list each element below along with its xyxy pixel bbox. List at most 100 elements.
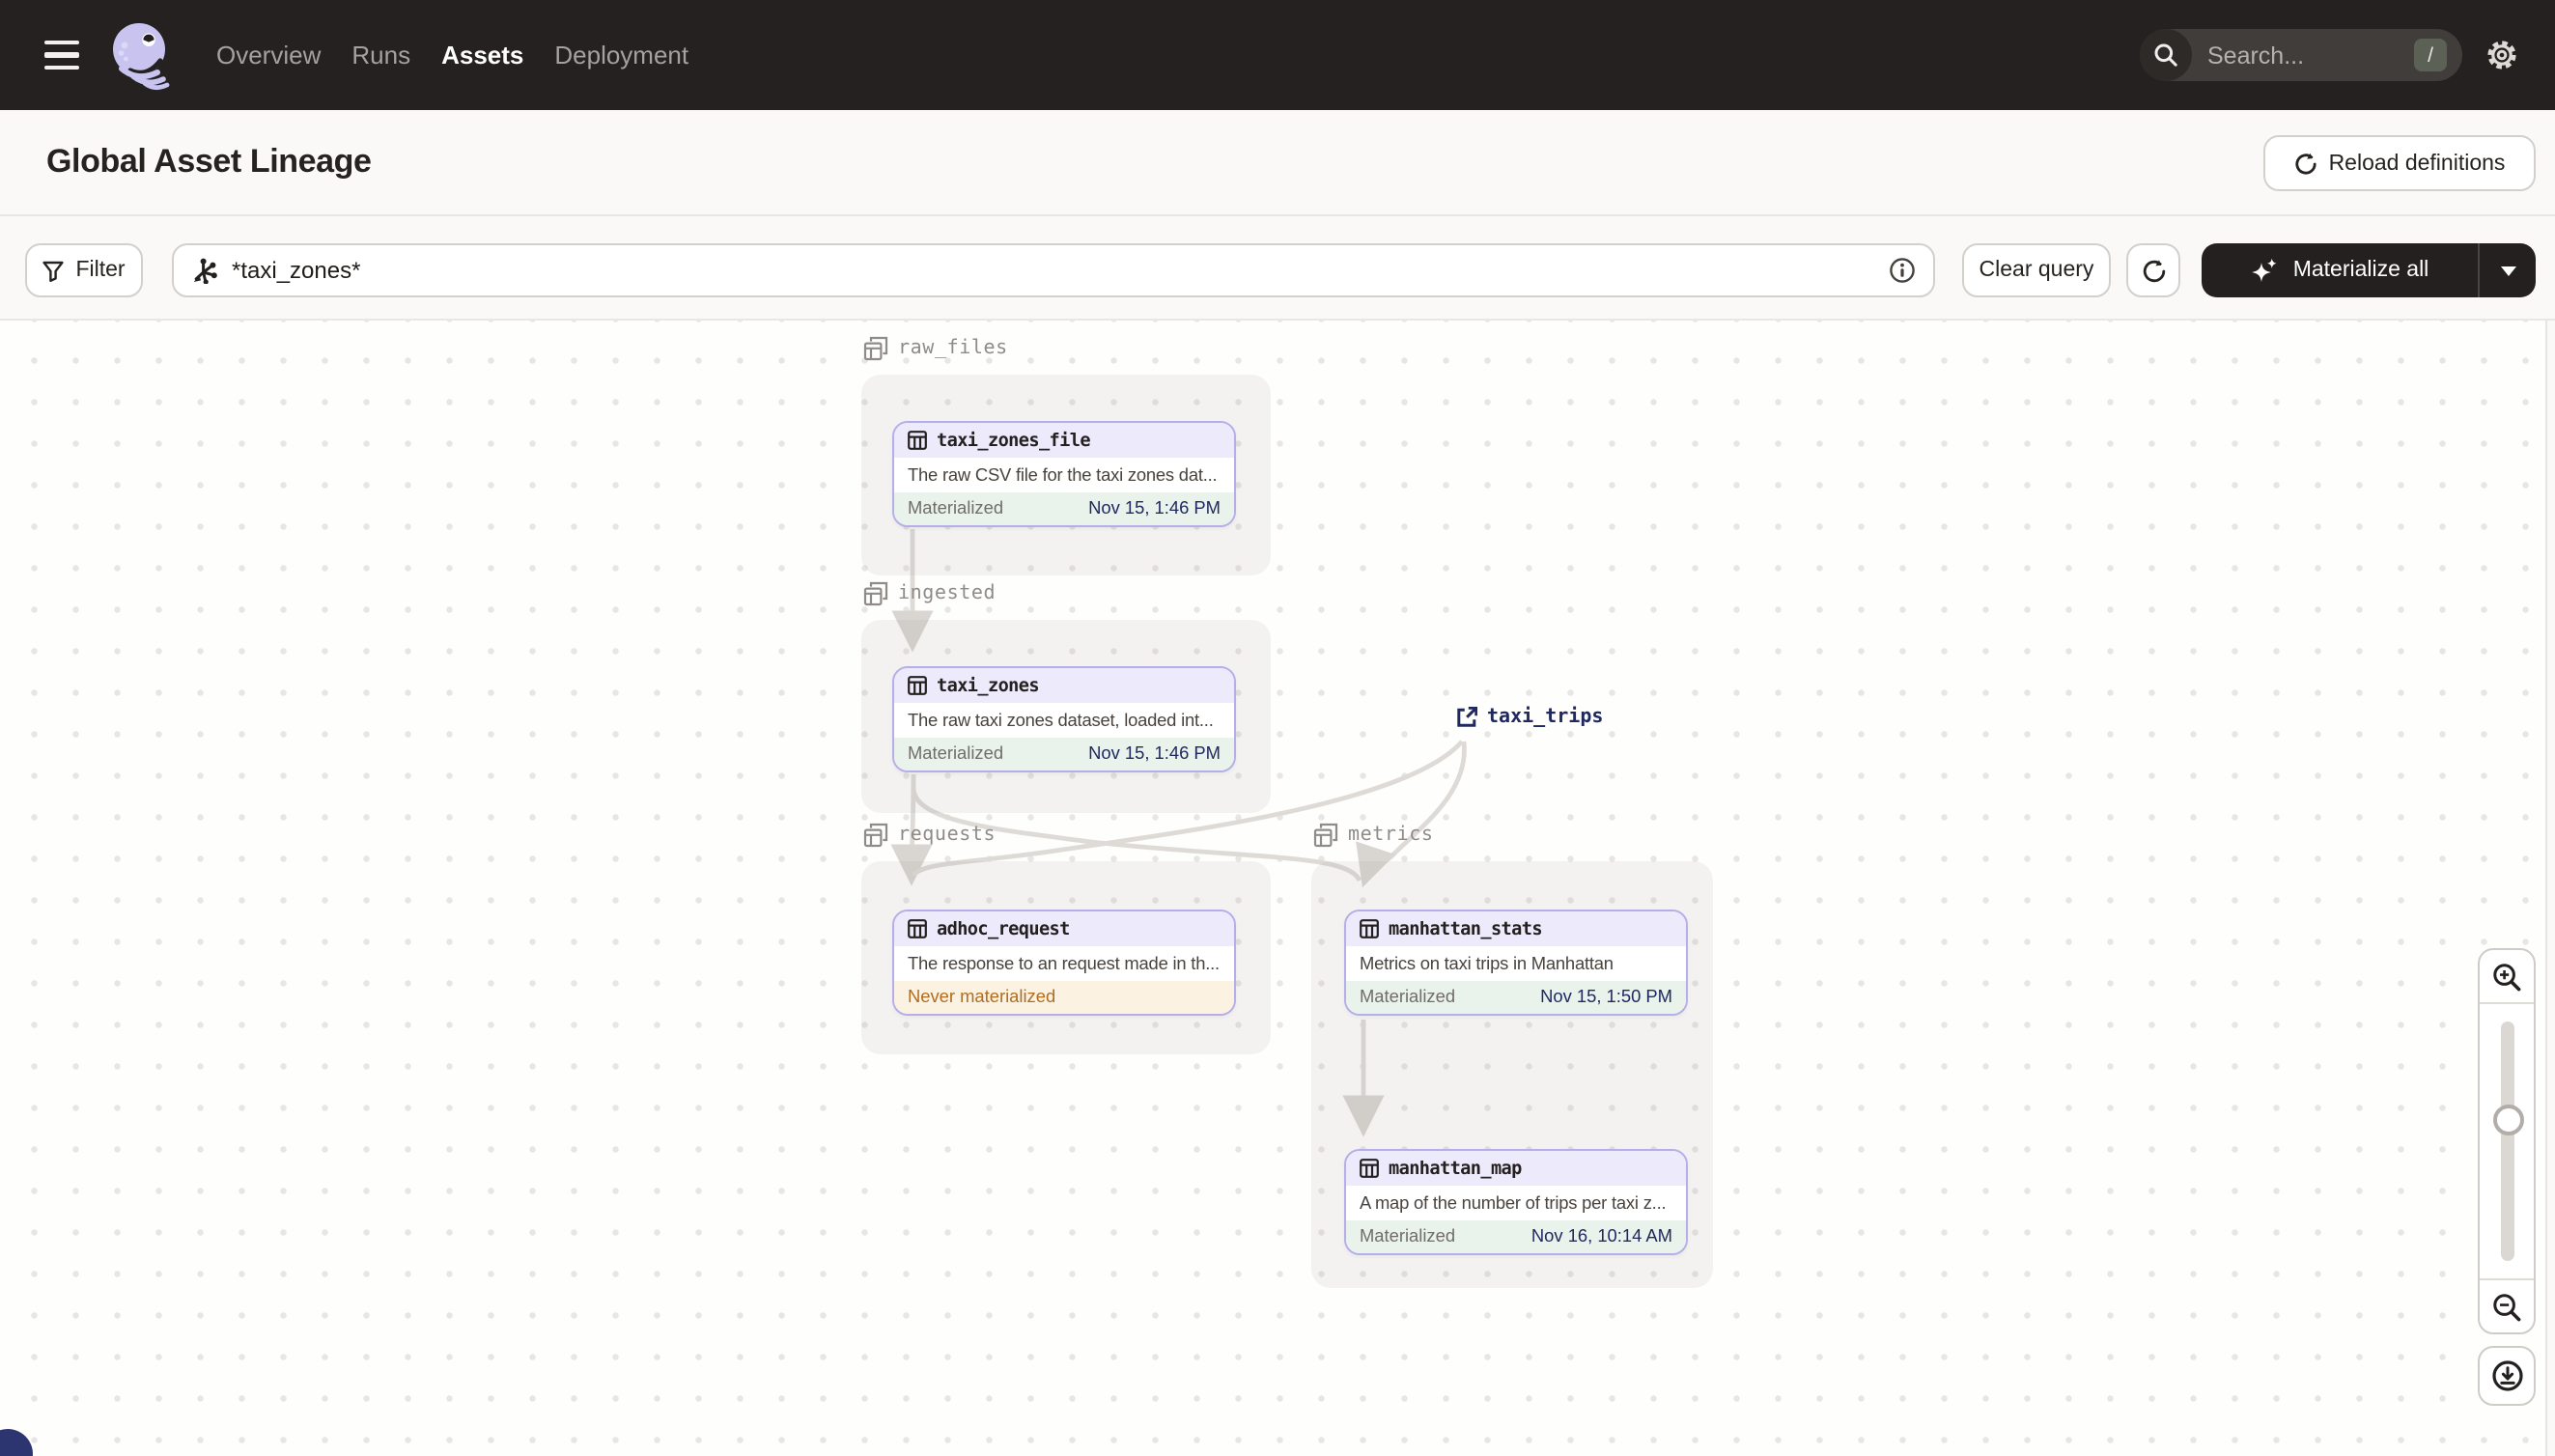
group-label-requests[interactable]: requests [863, 823, 996, 848]
page-header: Global Asset Lineage Reload definitions [0, 110, 2555, 216]
status-timestamp: Nov 15, 1:50 PM [1540, 987, 1672, 1007]
canvas-scrollbar[interactable] [2545, 321, 2555, 1456]
status-label: Materialized [1360, 987, 1456, 1007]
group-label-ingested[interactable]: ingested [863, 581, 996, 606]
zoom-in-button[interactable] [2480, 950, 2534, 1002]
group-table-icon [863, 823, 888, 848]
asset-node-taxi-zones-file[interactable]: taxi_zones_file The raw CSV file for the… [892, 421, 1236, 527]
edge-taxi-trips-to-manhattan-stats [1356, 741, 1467, 888]
table-icon [908, 919, 927, 938]
dagster-logo-icon[interactable] [110, 20, 176, 90]
external-link-icon [1457, 707, 1477, 727]
asset-status-row: Materialized Nov 15, 1:46 PM [894, 491, 1234, 525]
search-icon [2140, 29, 2192, 81]
materialize-all-button[interactable]: Materialize all [2202, 256, 2478, 285]
asset-description: The raw taxi zones dataset, loaded int..… [908, 710, 1214, 730]
app-window: Overview Runs Assets Deployment Search..… [0, 0, 2555, 1456]
asset-description: The response to an request made in th... [908, 953, 1220, 973]
filter-funnel-icon [42, 260, 65, 281]
refresh-button[interactable] [2126, 243, 2180, 297]
lineage-edges [890, 529, 1467, 1137]
nav-item-runs[interactable]: Runs [351, 41, 410, 70]
asset-name: manhattan_stats [1389, 918, 1543, 939]
group-label-text: raw_files [898, 338, 1008, 359]
asset-name: taxi_zones [937, 675, 1040, 696]
status-timestamp: Nov 15, 1:46 PM [1088, 743, 1221, 764]
materialize-all-label: Materialize all [2292, 259, 2429, 282]
zoom-slider-track [2501, 1022, 2514, 1261]
reload-definitions-label: Reload definitions [2328, 152, 2506, 175]
asset-query-input[interactable] [232, 257, 1875, 284]
refresh-icon [2142, 259, 2165, 282]
group-table-icon [1313, 823, 1338, 848]
table-icon [908, 676, 927, 695]
nav-item-overview[interactable]: Overview [216, 41, 321, 70]
asset-node-adhoc-request[interactable]: adhoc_request The response to an request… [892, 910, 1236, 1016]
group-table-icon [863, 336, 888, 361]
external-asset-taxi-trips[interactable]: taxi_trips [1456, 707, 1603, 728]
nav-item-assets[interactable]: Assets [441, 41, 523, 70]
sparkle-icon [2252, 257, 2278, 281]
status-label: Materialized [1360, 1226, 1456, 1246]
chevron-down-icon [2500, 266, 2515, 275]
zoom-panel [2478, 948, 2536, 1334]
group-label-raw-files[interactable]: raw_files [863, 336, 1008, 361]
download-graph-button[interactable] [2478, 1346, 2536, 1406]
status-label: Materialized [908, 743, 1004, 764]
asset-status-row: Materialized Nov 15, 1:46 PM [894, 737, 1234, 770]
zoom-out-icon [2493, 1293, 2521, 1321]
group-label-text: ingested [898, 583, 997, 604]
zoom-slider[interactable] [2480, 1002, 2534, 1280]
clear-query-label: Clear query [1979, 259, 2094, 282]
query-info-icon[interactable] [1889, 257, 1916, 284]
graph-query-icon [193, 258, 217, 284]
status-label: Never materialized [908, 987, 1056, 1007]
reload-icon [2295, 152, 2316, 174]
search-shortcut-badge: / [2414, 39, 2447, 71]
reload-definitions-button[interactable]: Reload definitions [2263, 135, 2536, 191]
asset-name: adhoc_request [937, 918, 1070, 939]
asset-name: manhattan_map [1389, 1158, 1522, 1179]
zoom-out-button[interactable] [2480, 1280, 2534, 1332]
table-icon [908, 431, 927, 450]
search-placeholder: Search... [2207, 42, 2305, 69]
zoom-slider-thumb[interactable] [2492, 1105, 2523, 1135]
nav-links: Overview Runs Assets Deployment [216, 41, 688, 70]
materialize-options-button[interactable] [2478, 243, 2536, 297]
lineage-toolbar: Filter *taxi_zones* Clear query Material… [0, 216, 2555, 321]
zoom-in-icon [2493, 963, 2521, 991]
asset-status-row: Never materialized [894, 980, 1234, 1014]
group-label-text: requests [898, 825, 997, 846]
settings-gear-icon[interactable] [2485, 39, 2518, 71]
status-timestamp: Nov 16, 10:14 AM [1530, 1226, 1672, 1246]
filter-label: Filter [75, 259, 126, 282]
table-icon [1360, 919, 1379, 938]
asset-query-box [172, 243, 1935, 297]
asset-node-taxi-zones[interactable]: taxi_zones The raw taxi zones dataset, l… [892, 666, 1236, 772]
asset-status-row: Materialized Nov 16, 10:14 AM [1346, 1219, 1686, 1253]
asset-description: The raw CSV file for the taxi zones dat.… [908, 464, 1218, 485]
group-label-text: metrics [1348, 825, 1434, 846]
lineage-canvas[interactable]: raw_files ingested requests metrics taxi… [0, 321, 2555, 1456]
asset-status-row: Materialized Nov 15, 1:50 PM [1346, 980, 1686, 1014]
asset-name: taxi_zones_file [937, 430, 1091, 451]
asset-node-manhattan-stats[interactable]: manhattan_stats Metrics on taxi trips in… [1344, 910, 1688, 1016]
status-label: Materialized [908, 498, 1004, 518]
materialize-all-split-button: Materialize all [2202, 243, 2536, 297]
page-title: Global Asset Lineage [46, 143, 372, 180]
corner-badge [0, 1429, 33, 1456]
search-input[interactable]: Search... / [2140, 29, 2462, 81]
status-timestamp: Nov 15, 1:46 PM [1088, 498, 1221, 518]
group-label-metrics[interactable]: metrics [1313, 823, 1434, 848]
group-table-icon [863, 581, 888, 606]
nav-item-deployment[interactable]: Deployment [554, 41, 688, 70]
external-asset-label: taxi_trips [1487, 707, 1604, 728]
hamburger-menu-icon[interactable] [44, 40, 79, 70]
asset-node-manhattan-map[interactable]: manhattan_map A map of the number of tri… [1344, 1149, 1688, 1255]
download-icon [2491, 1360, 2522, 1391]
top-nav: Overview Runs Assets Deployment Search..… [0, 0, 2555, 110]
filter-button[interactable]: Filter [25, 243, 143, 297]
clear-query-button[interactable]: Clear query [1962, 243, 2111, 297]
table-icon [1360, 1159, 1379, 1178]
asset-description: A map of the number of trips per taxi z.… [1360, 1192, 1667, 1213]
